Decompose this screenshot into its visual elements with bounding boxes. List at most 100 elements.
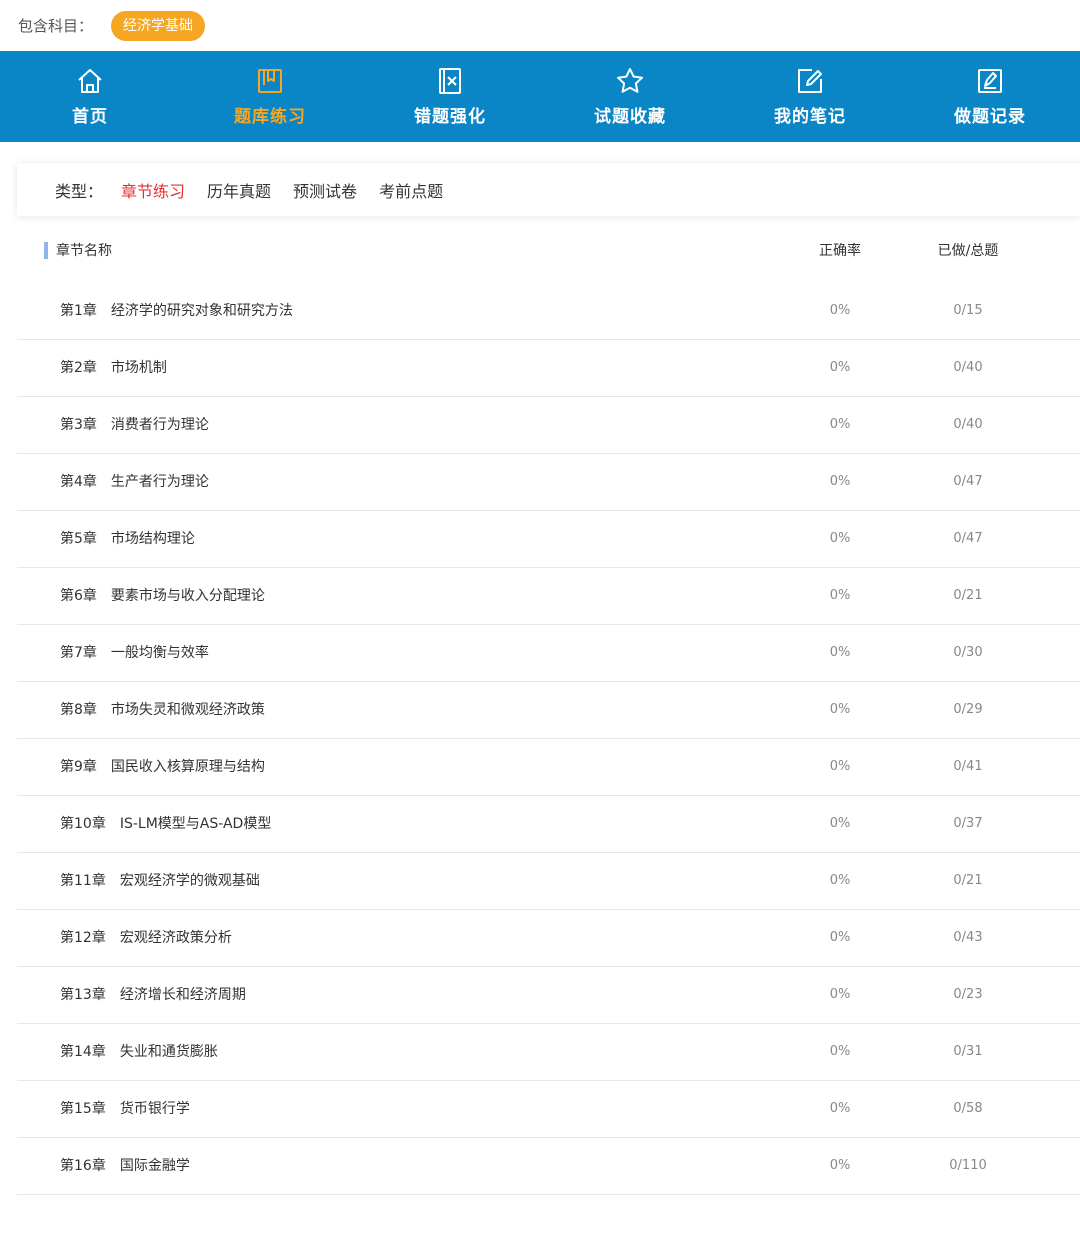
nav-label: 首页 xyxy=(72,107,108,127)
chapter-name: 一般均衡与效率 xyxy=(110,645,209,661)
progress-value: 0/43 xyxy=(953,930,983,945)
progress-value: 0/23 xyxy=(953,987,983,1002)
tab-chapter-practice[interactable]: 章节练习 xyxy=(121,178,185,202)
nav-item-records[interactable]: 做题记录 xyxy=(900,51,1080,142)
accuracy-value: 0% xyxy=(829,645,851,660)
chapter-name: 货币银行学 xyxy=(119,1101,190,1117)
chapter-name: 国际金融学 xyxy=(119,1158,190,1174)
chapter-number: 第1章 xyxy=(60,303,97,319)
chapter-number: 第13章 xyxy=(60,987,106,1003)
progress-value: 0/40 xyxy=(953,360,983,375)
table-row[interactable]: 第3章 消费者行为理论 0% 0/40 xyxy=(17,397,1080,454)
accuracy-value: 0% xyxy=(829,1101,851,1116)
progress-value: 0/21 xyxy=(953,588,983,603)
table-header: 章节名称 正确率 已做/总题 xyxy=(0,230,1080,270)
book-icon xyxy=(255,66,285,96)
chapter-number: 第12章 xyxy=(60,930,106,946)
chapter-name: 生产者行为理论 xyxy=(110,474,209,490)
table-row[interactable]: 第7章 一般均衡与效率 0% 0/30 xyxy=(17,625,1080,682)
accuracy-value: 0% xyxy=(829,303,851,318)
chapter-name: 消费者行为理论 xyxy=(110,417,209,433)
accuracy-value: 0% xyxy=(829,531,851,546)
accuracy-value: 0% xyxy=(829,816,851,831)
table-row[interactable]: 第14章 失业和通货膨胀 0% 0/31 xyxy=(17,1024,1080,1081)
home-icon xyxy=(75,66,105,96)
accuracy-value: 0% xyxy=(829,702,851,717)
table-row[interactable]: 第9章 国民收入核算原理与结构 0% 0/41 xyxy=(17,739,1080,796)
accuracy-value: 0% xyxy=(829,474,851,489)
chapter-name: 经济学的研究对象和研究方法 xyxy=(110,303,293,319)
nav-item-notes[interactable]: 我的笔记 xyxy=(720,51,900,142)
chapter-number: 第8章 xyxy=(60,702,97,718)
progress-value: 0/40 xyxy=(953,417,983,432)
nav-label: 题库练习 xyxy=(234,107,306,127)
table-row[interactable]: 第2章 市场机制 0% 0/40 xyxy=(17,340,1080,397)
chapter-number: 第9章 xyxy=(60,759,97,775)
chapter-name: 经济增长和经济周期 xyxy=(119,987,246,1003)
chapter-number: 第10章 xyxy=(60,816,106,832)
table-row[interactable]: 第1章 经济学的研究对象和研究方法 0% 0/15 xyxy=(17,283,1080,340)
wrong-question-icon xyxy=(435,66,465,96)
chapter-name: 失业和通货膨胀 xyxy=(119,1044,218,1060)
nav-item-home[interactable]: 首页 xyxy=(0,51,180,142)
chapter-number: 第6章 xyxy=(60,588,97,604)
subject-label: 包含科目： xyxy=(18,17,94,35)
edit-note-icon xyxy=(795,66,825,96)
tab-past-exams[interactable]: 历年真题 xyxy=(207,178,271,202)
tab-mock-papers[interactable]: 预测试卷 xyxy=(293,178,357,202)
accuracy-value: 0% xyxy=(829,987,851,1002)
table-row[interactable]: 第15章 货币银行学 0% 0/58 xyxy=(17,1081,1080,1138)
chapter-list: 第1章 经济学的研究对象和研究方法 0% 0/15 第2章 市场机制 0% 0/40… xyxy=(17,283,1080,1195)
record-icon xyxy=(975,66,1005,96)
progress-value: 0/21 xyxy=(953,873,983,888)
header-accuracy: 正确率 xyxy=(819,243,861,259)
chapter-name: 国民收入核算原理与结构 xyxy=(110,759,265,775)
progress-value: 0/58 xyxy=(953,1101,983,1116)
accuracy-value: 0% xyxy=(829,930,851,945)
progress-value: 0/29 xyxy=(953,702,983,717)
nav-item-wrong-questions[interactable]: 错题强化 xyxy=(360,51,540,142)
progress-value: 0/47 xyxy=(953,474,983,489)
table-row[interactable]: 第16章 国际金融学 0% 0/110 xyxy=(17,1138,1080,1195)
accuracy-value: 0% xyxy=(829,360,851,375)
chapter-name: 市场失灵和微观经济政策 xyxy=(110,702,265,718)
table-row[interactable]: 第10章 IS-LM模型与AS-AD模型 0% 0/37 xyxy=(17,796,1080,853)
chapter-name: IS-LM模型与AS-AD模型 xyxy=(119,816,272,832)
chapter-name: 市场机制 xyxy=(110,360,167,376)
chapter-name: 市场结构理论 xyxy=(110,531,195,547)
chapter-number: 第15章 xyxy=(60,1101,106,1117)
nav-label: 试题收藏 xyxy=(594,107,666,127)
table-row[interactable]: 第13章 经济增长和经济周期 0% 0/23 xyxy=(17,967,1080,1024)
chapter-number: 第7章 xyxy=(60,645,97,661)
table-row[interactable]: 第5章 市场结构理论 0% 0/47 xyxy=(17,511,1080,568)
progress-value: 0/41 xyxy=(953,759,983,774)
main-nav: 首页 题库练习 错题强化 试题收藏 我的笔记 做题记录 xyxy=(0,51,1080,142)
progress-value: 0/110 xyxy=(949,1158,987,1173)
nav-label: 做题记录 xyxy=(954,107,1026,127)
accuracy-value: 0% xyxy=(829,759,851,774)
chapter-name: 宏观经济学的微观基础 xyxy=(119,873,260,889)
table-row[interactable]: 第6章 要素市场与收入分配理论 0% 0/21 xyxy=(17,568,1080,625)
subject-bar: 包含科目： 经济学基础 xyxy=(0,0,1080,51)
progress-value: 0/15 xyxy=(953,303,983,318)
tab-key-points[interactable]: 考前点题 xyxy=(379,178,443,202)
subject-chip[interactable]: 经济学基础 xyxy=(111,10,206,41)
header-accent-bar xyxy=(44,241,48,259)
chapter-name: 要素市场与收入分配理论 xyxy=(110,588,265,604)
table-row[interactable]: 第8章 市场失灵和微观经济政策 0% 0/29 xyxy=(17,682,1080,739)
header-progress: 已做/总题 xyxy=(937,243,999,259)
type-filter-bar: 类型： 章节练习 历年真题 预测试卷 考前点题 xyxy=(17,163,1080,216)
accuracy-value: 0% xyxy=(829,1044,851,1059)
chapter-number: 第16章 xyxy=(60,1158,106,1174)
nav-item-question-bank[interactable]: 题库练习 xyxy=(180,51,360,142)
nav-item-favorites[interactable]: 试题收藏 xyxy=(540,51,720,142)
nav-label: 我的笔记 xyxy=(774,107,846,127)
table-row[interactable]: 第4章 生产者行为理论 0% 0/47 xyxy=(17,454,1080,511)
progress-value: 0/30 xyxy=(953,645,983,660)
chapter-number: 第2章 xyxy=(60,360,97,376)
chapter-name: 宏观经济政策分析 xyxy=(119,930,232,946)
accuracy-value: 0% xyxy=(829,588,851,603)
progress-value: 0/47 xyxy=(953,531,983,546)
table-row[interactable]: 第11章 宏观经济学的微观基础 0% 0/21 xyxy=(17,853,1080,910)
table-row[interactable]: 第12章 宏观经济政策分析 0% 0/43 xyxy=(17,910,1080,967)
